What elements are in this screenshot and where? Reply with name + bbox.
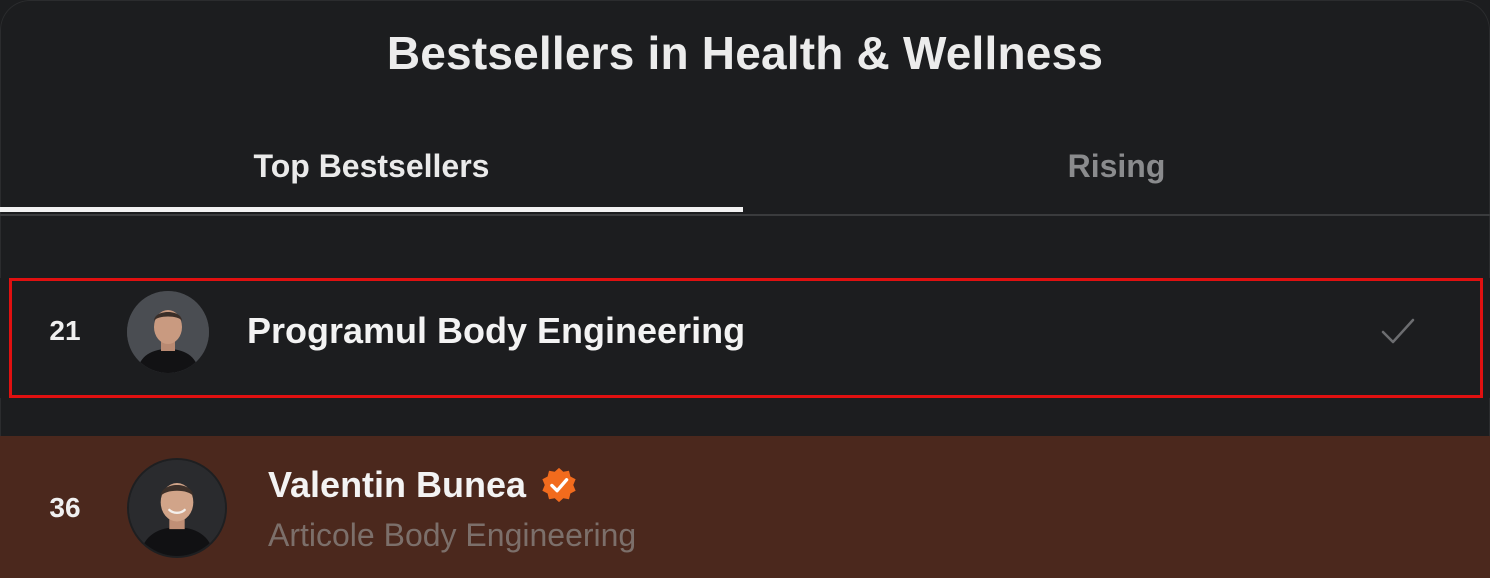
list-item[interactable]: 21 Programul Body Engineering bbox=[0, 278, 1490, 398]
tab-rising[interactable]: Rising bbox=[743, 130, 1490, 212]
verified-badge-icon bbox=[542, 467, 576, 503]
list-item[interactable]: 36 Valentin Bunea Articole Body Engineer… bbox=[0, 436, 1490, 578]
list-item-title-line: Valentin Bunea bbox=[268, 462, 578, 508]
rank-number: 36 bbox=[49, 492, 81, 523]
tab-top-bestsellers[interactable]: Top Bestsellers bbox=[0, 130, 743, 212]
avatar bbox=[127, 291, 209, 373]
page-title: Bestsellers in Health & Wellness bbox=[386, 27, 1104, 79]
person-avatar-icon bbox=[129, 460, 225, 556]
rank-number: 21 bbox=[49, 315, 81, 346]
highlight-outline bbox=[9, 278, 1483, 398]
avatar bbox=[127, 458, 227, 558]
tab-bar: Top Bestsellers Rising bbox=[0, 130, 1490, 216]
active-tab-indicator bbox=[0, 207, 743, 212]
tab-label: Rising bbox=[1067, 148, 1166, 184]
list-item-title: Valentin Bunea bbox=[268, 464, 527, 505]
bestsellers-panel: Bestsellers in Health & Wellness Top Bes… bbox=[0, 0, 1490, 578]
tab-label: Top Bestsellers bbox=[253, 148, 490, 184]
checkmark-icon bbox=[1381, 318, 1415, 344]
list-item-subtitle: Articole Body Engineering bbox=[268, 517, 637, 553]
person-avatar-icon bbox=[127, 291, 209, 373]
list-item-title: Programul Body Engineering bbox=[247, 310, 746, 351]
